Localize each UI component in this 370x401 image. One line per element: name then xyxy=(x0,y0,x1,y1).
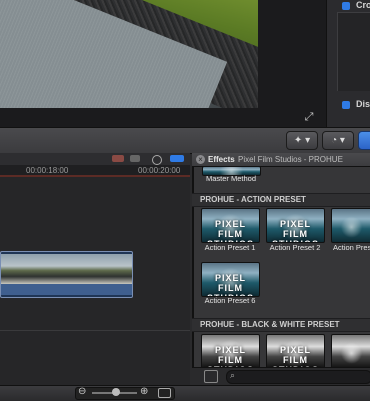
video-clip[interactable] xyxy=(0,251,133,298)
solo-icon[interactable] xyxy=(152,155,162,165)
clip-thumbnail xyxy=(67,254,101,284)
crop-checkbox[interactable] xyxy=(342,2,350,10)
retime-button[interactable]: ◔ ▾ xyxy=(322,131,354,150)
thumbnail-logo-text: PIXEL FILM STUDIOS xyxy=(272,345,318,368)
inspector-item-distort: Dist xyxy=(356,99,370,109)
thumbnail-logo-text: PIXEL FILM STUDIOS xyxy=(207,345,253,368)
effects-search-field[interactable] xyxy=(226,370,370,384)
snapping-icon[interactable] xyxy=(170,155,184,162)
effects-category: Pixel Film Studios - PROHUE xyxy=(238,155,343,164)
inspector-toggle-button[interactable] xyxy=(358,131,370,150)
speedometer-icon: ◔ xyxy=(331,135,338,146)
close-icon[interactable]: × xyxy=(196,155,205,164)
inspector-item-crop: Cro xyxy=(356,0,370,10)
effect-thumbnail[interactable]: PIXEL FILM STUDIOS xyxy=(201,208,260,243)
effect-thumbnail[interactable] xyxy=(331,334,370,369)
effect-label: Action Preset 1 xyxy=(204,243,256,252)
effect-label: Action Prese xyxy=(333,243,370,252)
effect-label: Master Method xyxy=(205,174,257,183)
effect-thumbnail[interactable] xyxy=(331,208,370,243)
effect-label: Action Preset 6 xyxy=(204,296,256,305)
clip-thumbnail xyxy=(34,254,68,284)
effect-thumbnail[interactable]: PIXEL FILM STUDIOS xyxy=(201,334,260,369)
thumbnail-logo-text: PIXEL FILM STUDIOS xyxy=(207,273,253,296)
chevron-down-icon: ▾ xyxy=(305,135,311,146)
section-title: PROHUE - ACTION PRESET xyxy=(200,195,306,204)
render-bar xyxy=(0,175,190,177)
thumbnail-logo-text: PIXEL FILM STUDIOS xyxy=(207,219,253,242)
magic-wand-icon: ✦ xyxy=(293,135,303,146)
expand-arrows-icon[interactable]: ⤢ xyxy=(300,110,318,124)
section-title: PROHUE - BLACK & WHITE PRESET xyxy=(200,320,340,329)
effects-section-header: PROHUE - ACTION PRESET xyxy=(192,193,370,207)
track-divider xyxy=(0,330,190,331)
effect-label: Action Preset 2 xyxy=(269,243,321,252)
effects-title: Effects xyxy=(208,155,235,164)
search-icon: ⌕ xyxy=(230,370,236,380)
viewer-controls xyxy=(0,108,326,127)
effects-section-header: PROHUE - BLACK & WHITE PRESET xyxy=(192,318,370,332)
zoom-out-icon[interactable]: ⊖ xyxy=(78,386,86,397)
timecode-2: 00:00:20:00 xyxy=(138,166,181,175)
effect-thumbnail[interactable]: PIXEL FILM STUDIOS xyxy=(266,334,325,369)
enhance-button[interactable]: ✦ ▾ xyxy=(286,131,318,150)
thumbnail-logo-text: PIXEL FILM STUDIOS xyxy=(272,219,318,242)
inspector-section xyxy=(337,12,370,91)
zoom-in-icon[interactable]: ⊕ xyxy=(140,386,148,397)
effect-thumbnail[interactable]: PIXEL FILM STUDIOS xyxy=(201,262,260,297)
zoom-slider-knob[interactable] xyxy=(112,388,120,396)
sidebar-toggle-icon[interactable] xyxy=(204,370,218,383)
clip-thumbnail xyxy=(1,254,35,284)
clip-audio-band xyxy=(1,284,132,295)
chevron-down-icon: ▾ xyxy=(339,135,345,146)
timecode-1: 00:00:18:00 xyxy=(26,166,69,175)
effect-thumbnail[interactable]: PIXEL FILM STUDIOS xyxy=(266,208,325,243)
clip-appearance-icon[interactable] xyxy=(158,388,171,398)
bottom-bar xyxy=(0,385,370,401)
clip-thumbnail xyxy=(100,254,132,284)
distort-checkbox[interactable] xyxy=(342,101,350,109)
video-frame xyxy=(0,0,258,108)
audio-skimming-icon[interactable] xyxy=(130,155,140,162)
skimming-icon[interactable] xyxy=(112,155,124,162)
